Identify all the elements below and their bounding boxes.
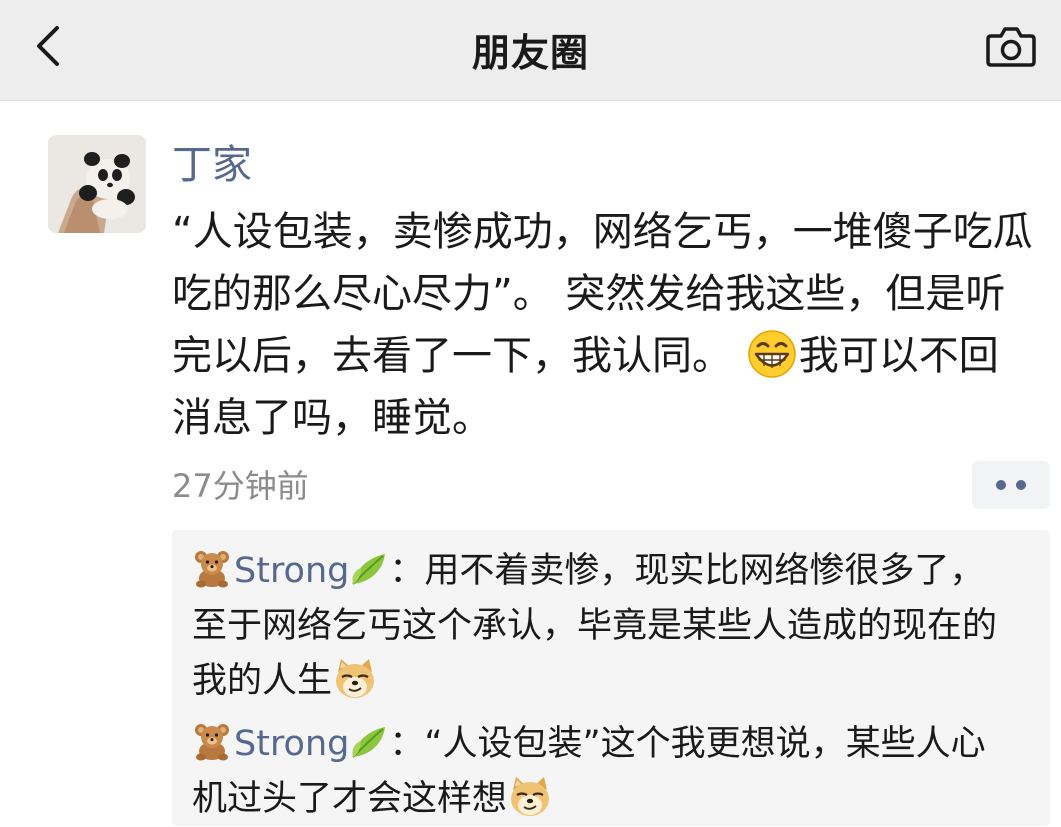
camera-button[interactable]: [981, 20, 1041, 72]
comment-line: Strong ：用不着卖惨，现实比网络惨很多了，: [192, 544, 997, 599]
post-author-name[interactable]: 丁家: [172, 140, 252, 190]
comment-text: ：用不着卖惨，现实比网络惨很多了，: [389, 551, 985, 591]
post-text-segment: 完以后，去看了一下，我认同。: [172, 333, 745, 379]
leaf-emoji-icon: [349, 723, 389, 761]
bear-emoji-icon: [192, 721, 232, 761]
leaf-emoji-icon: [349, 550, 389, 588]
doge-emoji-icon: [332, 656, 378, 700]
comment-line: 至于网络乞丐这个承认，毕竟是某些人造成的现在的: [192, 606, 998, 646]
comment-item[interactable]: Strong ：“人设包装”这个我更想说，某些人心 机过头了才会这样想: [192, 717, 986, 827]
commenter-name[interactable]: Strong: [234, 724, 349, 764]
more-dots-icon: [1016, 480, 1026, 490]
more-actions-button[interactable]: [972, 461, 1050, 509]
post-content: “人设包装，卖惨成功，网络乞丐，一堆傻子吃瓜 吃的那么尽心尽力”。 突然发给我这…: [172, 201, 1050, 449]
comment-line: 我的人生: [192, 654, 997, 709]
post-text-line: 消息了吗，睡觉。: [172, 395, 492, 441]
top-navigation-bar: 朋友圈: [0, 0, 1061, 101]
comment-line: Strong ：“人设包装”这个我更想说，某些人心: [192, 717, 986, 772]
bear-emoji-icon: [192, 548, 232, 588]
post-timestamp: 27分钟前: [172, 467, 309, 505]
camera-icon: [986, 27, 1036, 67]
comment-text: 我的人生: [192, 661, 333, 701]
post-text-segment: 我可以不回: [798, 333, 999, 379]
comments-section: Strong ：用不着卖惨，现实比网络惨很多了， 至于网络乞丐这个承认，毕竟是某些…: [172, 530, 1050, 826]
comment-text: ：“人设包装”这个我更想说，某些人心: [389, 724, 986, 764]
commenter-name[interactable]: Strong: [234, 551, 349, 591]
page-title: 朋友圈: [471, 31, 589, 75]
doge-emoji-icon: [507, 774, 553, 818]
comment-text: 机过头了才会这样想: [192, 779, 508, 819]
comment-line: 机过头了才会这样想: [192, 772, 986, 827]
avatar[interactable]: [48, 135, 146, 233]
comment-item[interactable]: Strong ：用不着卖惨，现实比网络惨很多了， 至于网络乞丐这个承认，毕竟是某些…: [192, 544, 997, 709]
post-text-line: “人设包装，卖惨成功，网络乞丐，一堆傻子吃瓜: [172, 209, 1033, 255]
grin-emoji-icon: [747, 330, 796, 378]
more-dots-icon: [996, 480, 1006, 490]
panda-avatar: [48, 135, 146, 233]
post-text-line: 完以后，去看了一下，我认同。 我可以不回: [172, 325, 1050, 387]
post-text-line: 吃的那么尽心尽力”。 突然发给我这些，但是听: [172, 271, 1006, 317]
